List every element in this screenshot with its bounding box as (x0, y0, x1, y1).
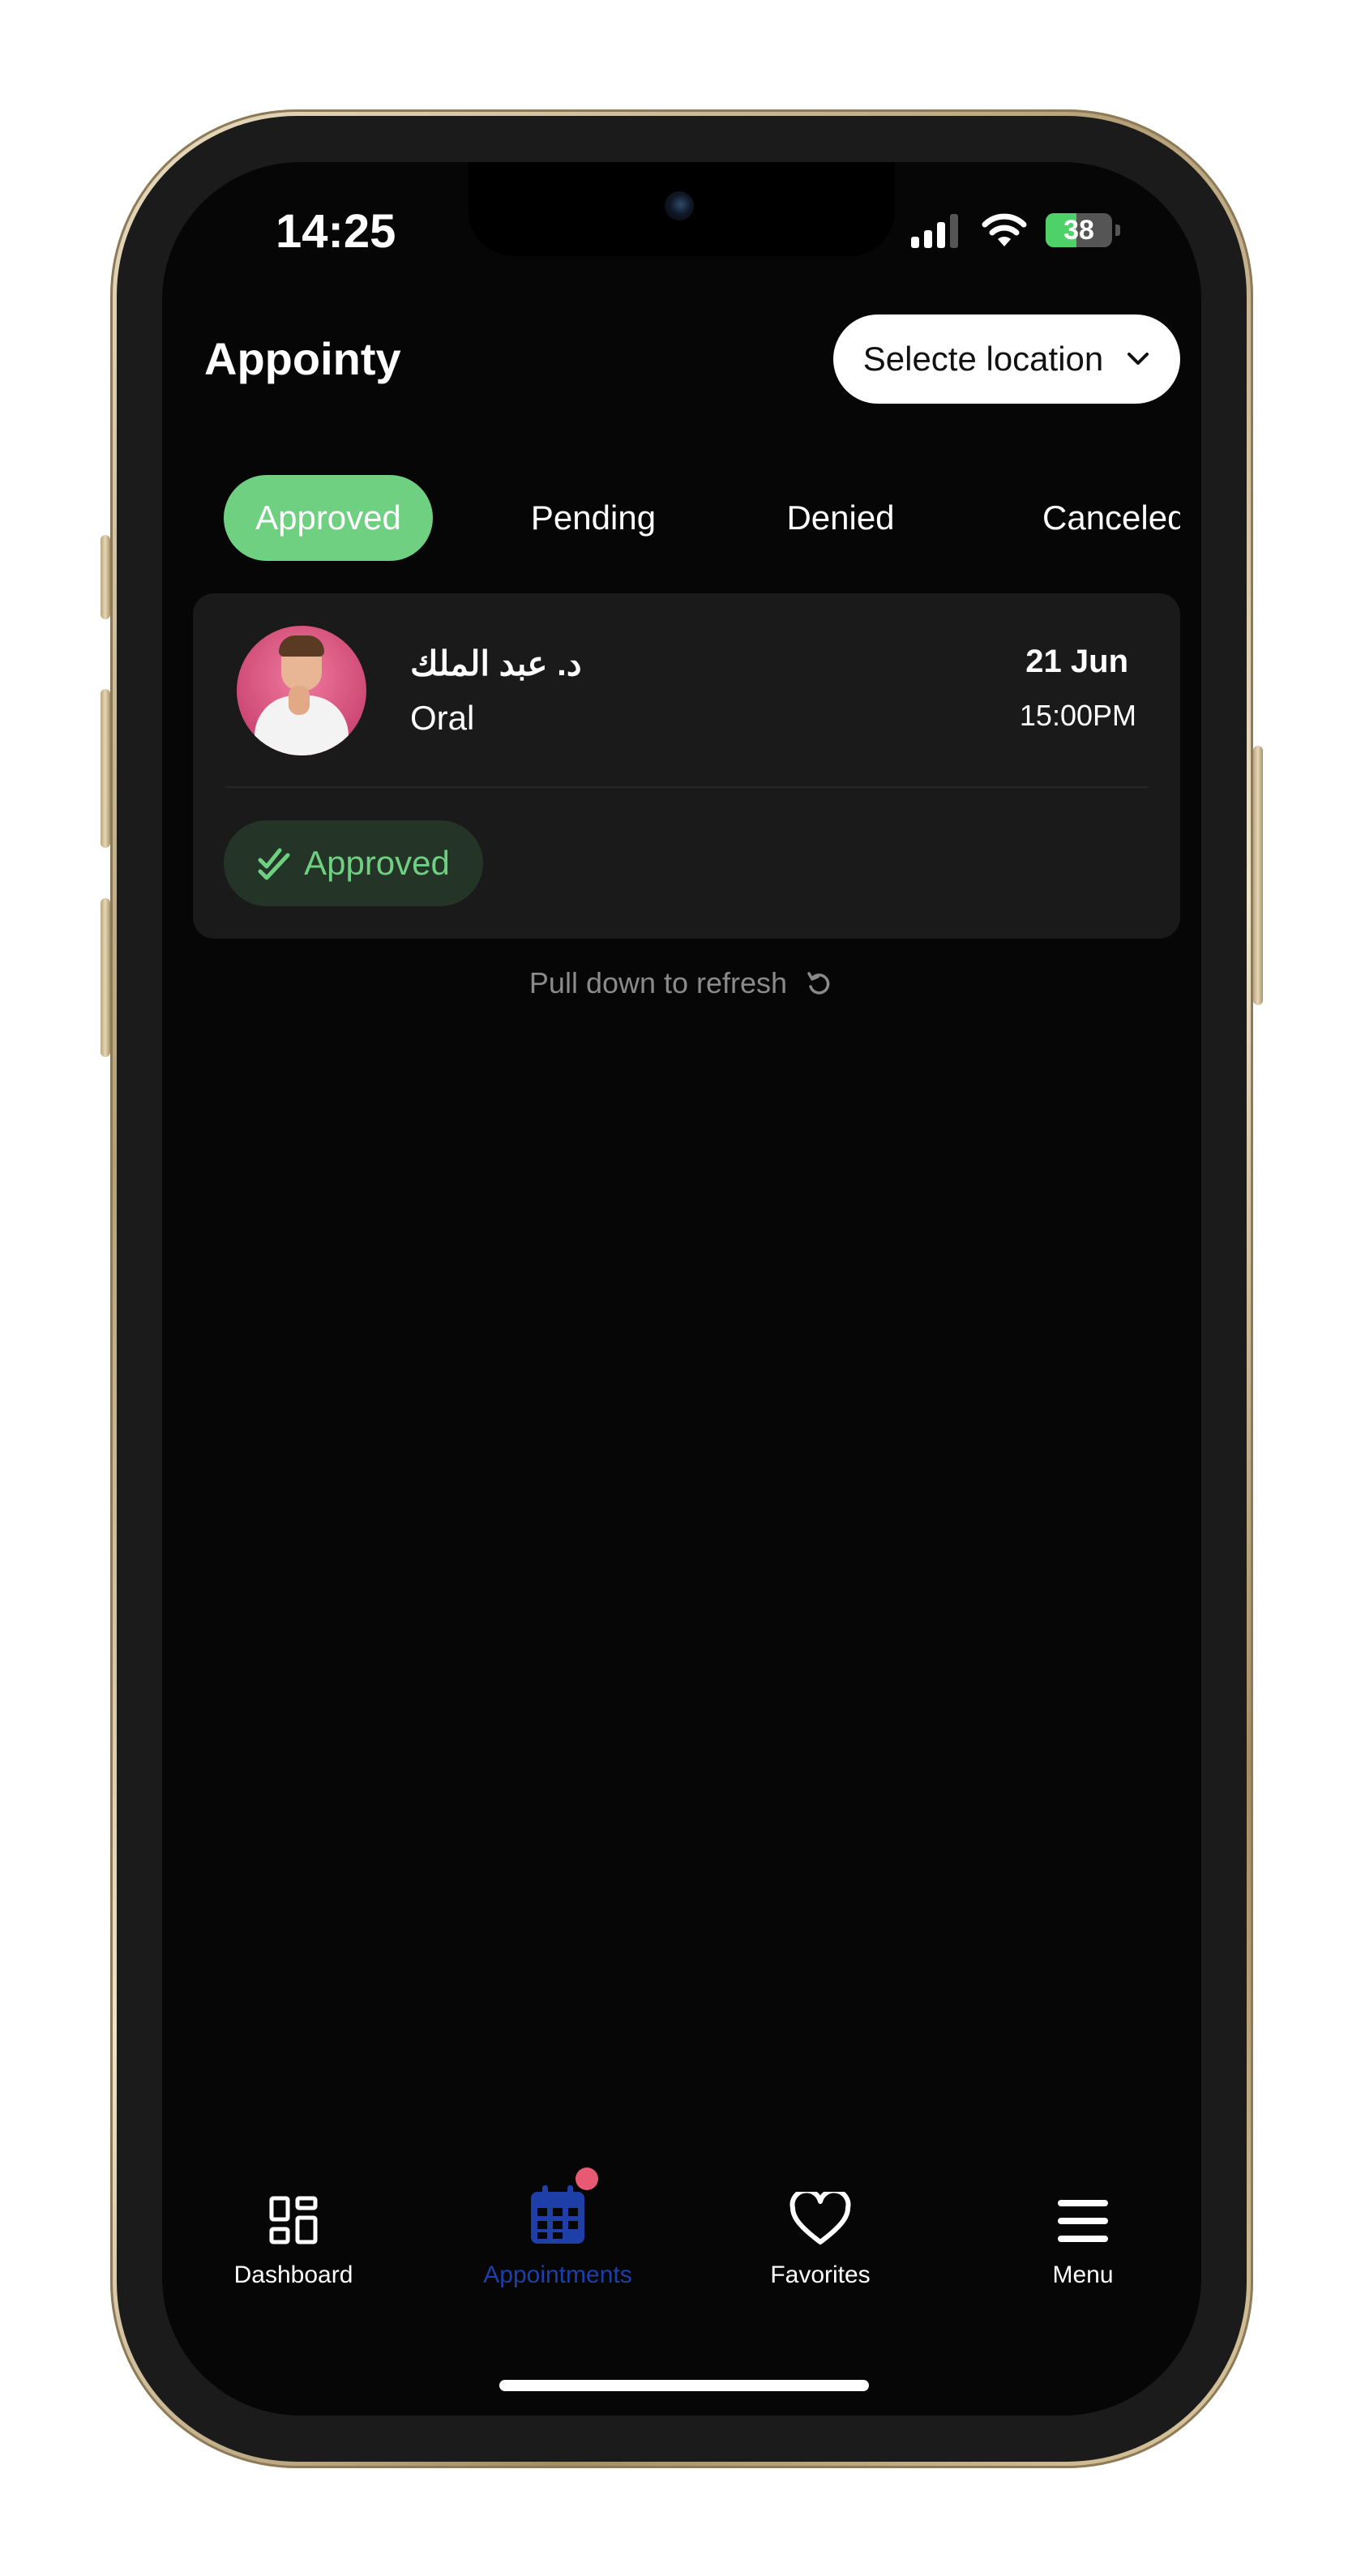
tab-approved[interactable]: Approved (224, 475, 433, 561)
notification-dot (576, 2167, 598, 2190)
doctor-avatar (237, 626, 366, 755)
nav-appointments-label: Appointments (483, 2261, 632, 2288)
volume-up-button (101, 689, 110, 848)
card-divider (225, 786, 1148, 788)
nav-menu-label: Menu (1052, 2261, 1114, 2288)
tab-canceled[interactable]: Canceled (1042, 475, 1180, 561)
app-title: Appointy (204, 333, 401, 384)
nav-favorites[interactable]: Favorites (707, 2172, 934, 2289)
signal-icon (911, 214, 958, 248)
tab-pending[interactable]: Pending (504, 475, 682, 561)
status-badge-label: Approved (304, 844, 450, 882)
status-tabs: Approved Pending Denied Canceled (224, 475, 1180, 561)
appointment-time: 15:00PM (1019, 699, 1136, 732)
home-indicator[interactable] (499, 2380, 869, 2391)
appointment-card[interactable]: د. عبد الملك Oral 21 Jun 15:00PM Approve… (193, 593, 1180, 939)
heart-icon (789, 2192, 851, 2244)
power-button (1253, 746, 1263, 1005)
battery-level: 38 (1063, 214, 1094, 246)
battery-tip (1115, 225, 1120, 236)
battery-icon: 38 (1046, 213, 1112, 247)
tab-denied[interactable]: Denied (764, 475, 918, 561)
select-location-button[interactable]: Selecte location (833, 315, 1180, 404)
front-camera (665, 191, 694, 220)
doctor-specialty: Oral (410, 699, 475, 737)
dashboard-icon (269, 2196, 318, 2244)
bottom-nav: Dashboard Appointments Favorites Menu (162, 2167, 1201, 2334)
double-check-icon (258, 848, 290, 880)
status-badge: Approved (224, 820, 483, 906)
menu-icon (1058, 2200, 1108, 2242)
status-icons: 38 (909, 212, 1120, 248)
phone-screen: 14:25 38 Appointy Selecte location Appro… (162, 162, 1201, 2416)
refresh-icon (807, 972, 830, 995)
wifi-icon (982, 213, 1027, 246)
nav-menu[interactable]: Menu (969, 2172, 1196, 2289)
nav-dashboard-label: Dashboard (233, 2261, 353, 2288)
appointment-date: 21 Jun (1025, 644, 1128, 679)
chevron-down-icon (1128, 353, 1149, 365)
refresh-hint-text: Pull down to refresh (528, 966, 788, 999)
select-location-label: Selecte location (862, 340, 1104, 378)
mute-switch (101, 535, 110, 619)
doctor-name: د. عبد الملك (410, 644, 582, 683)
calendar-icon (531, 2185, 584, 2244)
nav-dashboard[interactable]: Dashboard (180, 2172, 407, 2289)
status-time: 14:25 (276, 205, 396, 258)
volume-down-button (101, 898, 110, 1057)
nav-favorites-label: Favorites (770, 2261, 871, 2288)
refresh-hint: Pull down to refresh (162, 966, 1201, 1000)
nav-appointments[interactable]: Appointments (444, 2167, 671, 2289)
